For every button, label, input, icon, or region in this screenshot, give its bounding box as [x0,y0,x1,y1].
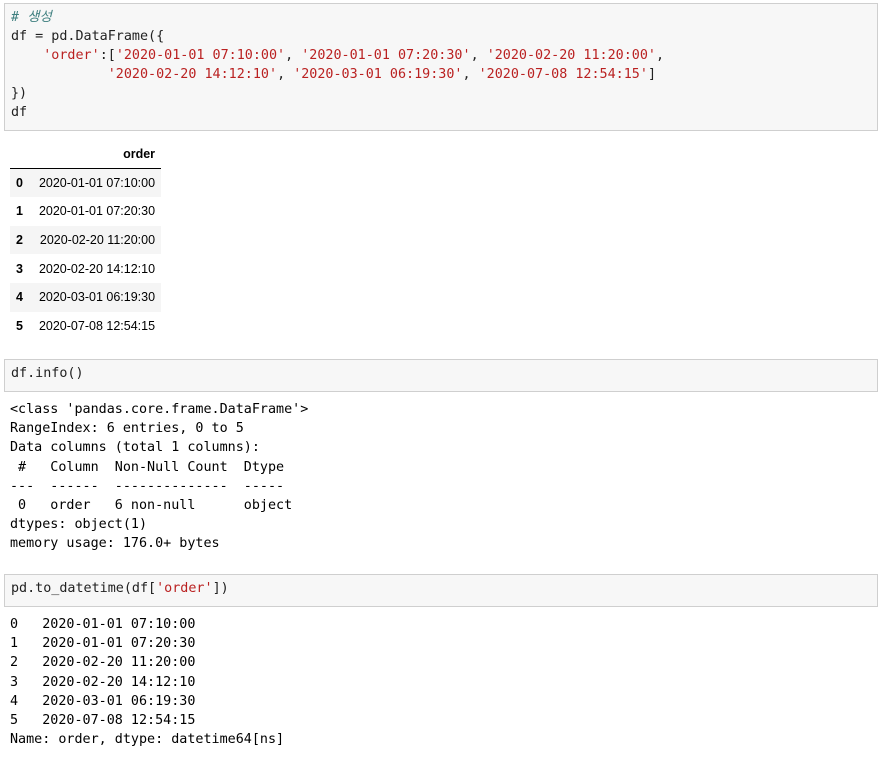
row-index: 3 [16,261,23,276]
table-header-order: order [32,140,162,170]
row-value: 2020-02-20 11:20:00 [39,233,156,248]
row-value: 2020-02-20 14:12:10 [38,261,156,276]
output-line: <class 'pandas.core.frame.DataFrame'> [10,402,309,417]
code-line: ]) [212,581,229,596]
code-string: 'order' [43,48,100,63]
row-index: 2 [16,233,23,248]
code-editor[interactable]: pd.to_datetime(df['order']) [5,575,877,602]
code-cell-to-datetime[interactable]: pd.to_datetime(df['order']) [4,574,878,607]
code-punct: :[ [99,48,116,63]
output-line: dtypes: object(1) [10,517,148,533]
output-line: Name: order, dtype: datetime64[ns] [10,732,285,748]
table-header-row: order [10,140,162,170]
code-cell-create-dataframe[interactable]: # 생성 df = pd.DataFrame({ 'order':['2020-… [4,3,878,131]
code-punct: ] [647,67,656,82]
datetime-output: 0 2020-01-01 07:10:00 1 2020-01-01 07:20… [10,615,284,749]
code-string: '2020-02-20 11:20:00' [486,48,656,63]
row-value: 2020-03-01 06:19:30 [38,290,156,305]
code-string: '2020-02-20 14:12:10' [107,67,278,82]
output-line: 2 2020-02-20 11:20:00 [10,655,196,671]
row-value: 2020-07-08 12:54:15 [38,318,156,333]
row-index: 0 [16,176,23,191]
row-index: 5 [16,318,23,333]
code-line: df.info() [11,366,84,381]
table-row: 3 2020-02-20 14:12:10 [10,254,161,283]
output-line: # Column Non-Null Count Dtype [10,459,293,475]
row-index: 4 [16,290,23,305]
table-row: 1 2020-01-01 07:20:30 [10,197,161,226]
code-editor[interactable]: df.info() [5,360,877,387]
code-string: 'order' [156,581,213,596]
code-punct: , [470,48,487,63]
code-string: '2020-03-01 06:19:30' [293,67,463,82]
output-line: Data columns (total 1 columns): [10,440,260,456]
output-line: 5 2020-07-08 12:54:15 [10,713,196,729]
output-line: --- ------ -------------- ----- [10,478,293,494]
code-line: df [11,105,28,120]
output-line: 0 2020-01-01 07:10:00 [10,617,196,632]
info-output: <class 'pandas.core.frame.DataFrame'> Ra… [10,400,308,554]
code-comment: # 생성 [11,10,52,25]
row-value: 2020-01-01 07:20:30 [38,204,156,219]
row-index: 1 [16,204,23,219]
code-punct: , [285,48,302,63]
output-line: 3 2020-02-20 14:12:10 [10,674,196,690]
code-cell-info[interactable]: df.info() [4,359,878,392]
code-string: '2020-07-08 12:54:15' [478,67,648,82]
code-punct: , [656,48,665,63]
code-string: '2020-01-01 07:10:00' [115,48,286,63]
table-row: 4 2020-03-01 06:19:30 [10,282,162,312]
table-row: 0 2020-01-01 07:10:00 [10,168,162,198]
code-line: pd.to_datetime(df[ [11,581,157,596]
output-line: 1 2020-01-01 07:20:30 [10,636,196,652]
code-punct: , [277,67,294,82]
code-punct: , [462,67,479,82]
output-line: RangeIndex: 6 entries, 0 to 5 [10,421,244,437]
code-line: }) [11,86,28,101]
output-line: 4 2020-03-01 06:19:30 [10,693,196,709]
dataframe-output-table: order 0 2020-01-01 07:10:00 1 2020-01-01… [10,140,162,341]
code-editor[interactable]: # 생성 df = pd.DataFrame({ 'order':['2020-… [5,4,877,126]
row-value: 2020-01-01 07:10:00 [38,176,156,191]
table-row: 5 2020-07-08 12:54:15 [10,312,161,341]
code-string: '2020-01-01 07:20:30' [301,48,471,63]
table-row: 2 2020-02-20 11:20:00 [10,225,162,255]
code-line: df = pd.DataFrame({ [11,29,165,44]
table-header-index [10,140,33,170]
output-line: 0 order 6 non-null object [10,498,293,514]
output-line: memory usage: 176.0+ bytes [10,536,220,552]
